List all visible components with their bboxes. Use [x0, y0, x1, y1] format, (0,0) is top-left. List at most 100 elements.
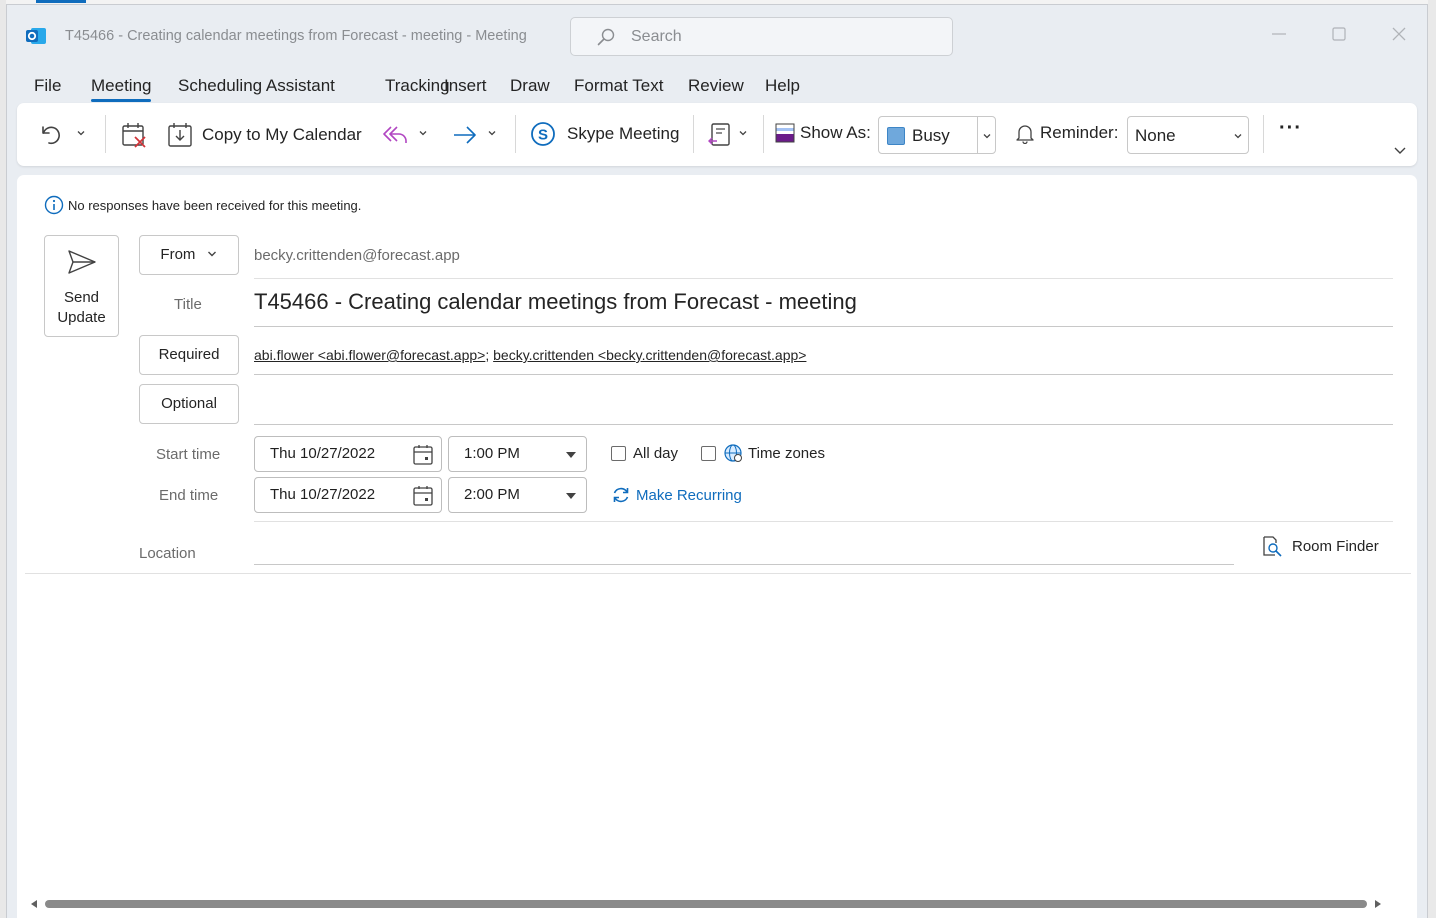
show-as-label-group: Show As:: [775, 122, 871, 144]
ribbon-toolbar: Copy to My Calendar S Skype Meeting Show…: [17, 103, 1417, 166]
chevron-down-icon[interactable]: [75, 127, 87, 139]
tab-file[interactable]: File: [34, 76, 61, 96]
tab-insert[interactable]: Insert: [444, 76, 487, 96]
meeting-body-editor[interactable]: [25, 575, 1411, 887]
end-date-picker[interactable]: Thu 10/27/2022: [254, 477, 442, 513]
reply-all-icon[interactable]: [381, 123, 409, 147]
chevron-down-icon: [207, 251, 216, 257]
chevron-down-icon: [983, 134, 991, 139]
end-time-label: End time: [159, 487, 219, 504]
show-as-dropdown[interactable]: Busy: [878, 116, 996, 154]
ribbon-separator: [1263, 115, 1264, 153]
send-label-line2: Update: [57, 309, 106, 326]
make-recurring-label: Make Recurring: [636, 486, 742, 504]
send-update-button[interactable]: Send Update: [44, 235, 119, 337]
tab-meeting[interactable]: Meeting: [91, 76, 152, 102]
divider: [254, 374, 1393, 375]
show-as-label: Show As:: [800, 123, 871, 142]
start-time-dropdown[interactable]: 1:00 PM: [448, 436, 587, 472]
location-input[interactable]: [254, 541, 1234, 563]
outlook-app-icon: [26, 28, 46, 44]
chevron-down-icon[interactable]: [737, 127, 749, 139]
title-input[interactable]: T45466 - Creating calendar meetings from…: [254, 289, 857, 315]
bell-icon: [1016, 125, 1034, 144]
caret-down-icon: [566, 493, 576, 499]
send-icon: [68, 250, 96, 274]
forward-icon[interactable]: [451, 123, 479, 147]
divider: [254, 326, 1393, 327]
time-zones-checkbox[interactable]: [701, 446, 716, 461]
title-bar: T45466 - Creating calendar meetings from…: [7, 5, 1427, 63]
attendee-chip[interactable]: abi.flower <abi.flower@forecast.app>: [254, 347, 485, 363]
start-time-label: Start time: [156, 446, 221, 463]
minimize-icon[interactable]: [1266, 21, 1292, 47]
required-button[interactable]: Required: [139, 335, 239, 375]
skype-meeting-button[interactable]: S Skype Meeting: [529, 120, 679, 148]
ribbon-tabs: File Meeting Scheduling Assistant Tracki…: [7, 73, 1427, 103]
background-accent: [36, 0, 86, 3]
calendar-icon[interactable]: [413, 485, 433, 506]
chevron-down-icon[interactable]: [486, 127, 498, 139]
copy-to-my-calendar-label: Copy to My Calendar: [202, 125, 362, 144]
meeting-notes-icon[interactable]: [707, 121, 733, 149]
scroll-right-icon[interactable]: [1373, 899, 1383, 909]
all-day-label: All day: [633, 445, 679, 462]
horizontal-scrollbar[interactable]: [23, 897, 1387, 911]
from-button[interactable]: From: [139, 235, 239, 275]
collapse-ribbon-icon[interactable]: [1393, 143, 1407, 157]
skype-icon: S: [531, 122, 555, 146]
show-as-value: Busy: [912, 126, 950, 145]
attendee-separator: ;: [485, 347, 490, 363]
tab-help[interactable]: Help: [765, 76, 800, 96]
reminder-dropdown[interactable]: None: [1127, 116, 1249, 154]
calendar-icon[interactable]: [413, 444, 433, 465]
dropdown-divider: [977, 117, 978, 153]
location-label: Location: [139, 545, 196, 562]
cancel-meeting-icon[interactable]: [121, 121, 147, 149]
start-date-picker[interactable]: Thu 10/27/2022: [254, 436, 442, 472]
tab-scheduling-assistant[interactable]: Scheduling Assistant: [178, 76, 335, 96]
send-update-label: Send Update: [45, 288, 118, 328]
all-day-checkbox[interactable]: [611, 446, 626, 461]
ribbon-separator: [105, 115, 106, 153]
room-finder-label: Room Finder: [1292, 537, 1379, 555]
chevron-down-icon[interactable]: [417, 127, 429, 139]
recurring-icon: [613, 487, 629, 503]
end-time-dropdown[interactable]: 2:00 PM: [448, 477, 587, 513]
tab-review[interactable]: Review: [688, 76, 744, 96]
from-label: From: [160, 246, 196, 263]
end-time-value: 2:00 PM: [464, 486, 520, 503]
reminder-value: None: [1135, 126, 1176, 145]
send-label-line1: Send: [63, 289, 100, 306]
reminder-label-group: Reminder:: [1015, 122, 1118, 144]
room-finder-icon: [1263, 536, 1282, 557]
tab-tracking[interactable]: Tracking: [385, 76, 450, 96]
tab-draw[interactable]: Draw: [510, 76, 550, 96]
search-placeholder: Search: [631, 28, 682, 45]
response-info-bar: No responses have been received for this…: [44, 195, 361, 215]
close-icon[interactable]: [1386, 21, 1412, 47]
title-label: Title: [174, 296, 202, 313]
body-divider: [25, 573, 1411, 574]
svg-text:S: S: [538, 127, 548, 144]
required-attendees-field[interactable]: abi.flower <abi.flower@forecast.app>; be…: [254, 347, 806, 363]
divider: [254, 521, 1393, 522]
room-finder-button[interactable]: Room Finder: [1261, 535, 1379, 557]
copy-to-my-calendar-button[interactable]: Copy to My Calendar: [167, 121, 362, 149]
divider: [254, 564, 1234, 565]
search-box[interactable]: Search: [570, 17, 953, 56]
response-info-text: No responses have been received for this…: [68, 197, 362, 213]
scrollbar-thumb[interactable]: [45, 900, 1367, 908]
reminder-label: Reminder:: [1040, 123, 1119, 142]
more-options-button[interactable]: ···: [1279, 117, 1302, 140]
maximize-icon[interactable]: [1326, 21, 1352, 47]
undo-icon[interactable]: [37, 121, 63, 147]
attendee-chip[interactable]: becky.crittenden <becky.crittenden@forec…: [493, 347, 806, 363]
chevron-down-icon: [1234, 134, 1242, 139]
optional-button[interactable]: Optional: [139, 384, 239, 424]
make-recurring-button[interactable]: Make Recurring: [611, 485, 742, 505]
tab-format-text[interactable]: Format Text: [574, 76, 663, 96]
end-date-value: Thu 10/27/2022: [270, 486, 376, 503]
ribbon-separator: [763, 115, 764, 153]
scroll-left-icon[interactable]: [29, 899, 39, 909]
